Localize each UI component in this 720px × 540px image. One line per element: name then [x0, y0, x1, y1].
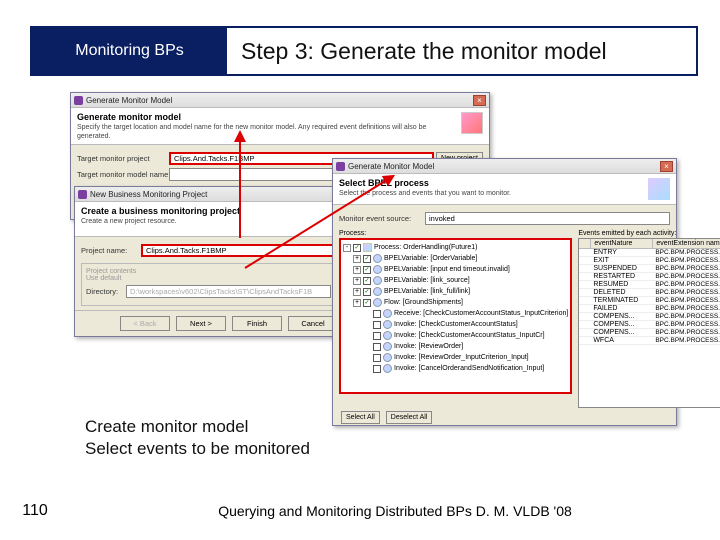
table-row[interactable]: RESUMEDBPC.BPM.PROCESS.STATUS — [579, 281, 720, 289]
table-row[interactable]: SUSPENDEDBPC.BPM.PROCESS.STATUS — [579, 265, 720, 273]
event-source-label: Monitor event source: — [339, 214, 425, 223]
back-button[interactable]: < Back — [120, 316, 170, 331]
description: Select the process and events that you w… — [339, 190, 511, 197]
tree-item[interactable]: +BPELVariable: [link_full/link] — [343, 286, 568, 297]
citation: Querying and Monitoring Distributed BPs … — [70, 503, 720, 519]
caption: Create monitor model Select events to be… — [85, 416, 310, 460]
events-table[interactable]: eventNature eventExtension name ENTRYBPC… — [578, 238, 720, 408]
model-name-label: Target monitor model name — [77, 170, 169, 179]
description: Create a new project resource. — [81, 218, 177, 225]
table-row[interactable]: COMPENS...BPC.BPM.PROCESS.STATUS — [579, 313, 720, 321]
close-icon[interactable]: × — [473, 95, 486, 106]
tree-item[interactable]: Invoke: [CheckCustomerAccountStatus] — [343, 319, 568, 330]
table-row[interactable]: ENTRYBPC.BPM.PROCESS.START — [579, 249, 720, 257]
tree-item[interactable]: +BPELVariable: [OrderVariable] — [343, 253, 568, 264]
wizard-icon — [648, 178, 670, 200]
target-project-label: Target monitor project — [77, 154, 169, 163]
titlebar: Generate Monitor Model × — [71, 93, 489, 108]
tree-item[interactable]: Invoke: [ReviewOrder_InputCriterion_Inpu… — [343, 352, 568, 363]
dialog-title: New Business Monitoring Project — [90, 190, 367, 199]
caption-line-1: Create monitor model — [85, 416, 310, 438]
slide-header: Monitoring BPs Step 3: Generate the moni… — [30, 26, 698, 76]
dialog-header: Select BPEL process Select the process a… — [333, 174, 676, 205]
finish-button[interactable]: Finish — [232, 316, 282, 331]
table-row[interactable]: WFCABPC.BPM.PROCESS.WISTATUS — [579, 337, 720, 345]
select-process-dialog: Generate Monitor Model × Select BPEL pro… — [332, 158, 677, 426]
tree-item[interactable]: Invoke: [CheckCustomerAccountStatus_Inpu… — [343, 330, 568, 341]
table-row[interactable]: DELETEDBPC.BPM.PROCESS.STATUS — [579, 289, 720, 297]
tree-item[interactable]: Receive: [CheckCustomerAccountStatus_Inp… — [343, 308, 568, 319]
screenshot-area: Generate Monitor Model × Generate monito… — [70, 92, 680, 420]
table-row[interactable]: RESTARTEDBPC.BPM.PROCESS.STATUS — [579, 273, 720, 281]
heading: Generate monitor model — [77, 112, 461, 122]
process-tree[interactable]: -Process: OrderHandling(Future1)+BPELVar… — [339, 238, 572, 394]
heading: Select BPEL process — [339, 178, 511, 188]
model-icon — [461, 112, 483, 134]
col-extension: eventExtension name — [653, 239, 720, 248]
dialog-title: Generate Monitor Model — [86, 96, 473, 105]
directory-label: Directory: — [86, 287, 126, 296]
project-name-label: Project name: — [81, 246, 141, 255]
app-icon — [336, 162, 345, 171]
tree-item[interactable]: +Flow: [GroundShipments] — [343, 297, 568, 308]
dialog-title: Generate Monitor Model — [348, 162, 660, 171]
description: Specify the target location and model na… — [77, 124, 426, 140]
tree-item[interactable]: +BPELVariable: [link_source] — [343, 275, 568, 286]
heading: Create a business monitoring project — [81, 206, 240, 216]
dialog-header: Generate monitor model Specify the targe… — [71, 108, 489, 145]
app-icon — [78, 190, 87, 199]
tree-item[interactable]: Invoke: [ReviewOrder] — [343, 341, 568, 352]
table-row[interactable]: TERMINATEDBPC.BPM.PROCESS.STATUS — [579, 297, 720, 305]
table-row[interactable]: COMPENS...BPC.BPM.PROCESS.STATUS — [579, 329, 720, 337]
col-eventnature: eventNature — [591, 239, 653, 248]
select-all-button[interactable]: Select All — [341, 411, 380, 424]
deselect-all-button[interactable]: Deselect All — [386, 411, 433, 424]
table-row[interactable]: EXITBPC.BPM.PROCESS.START — [579, 257, 720, 265]
titlebar: Generate Monitor Model × — [333, 159, 676, 174]
app-icon — [74, 96, 83, 105]
tree-item[interactable]: Invoke: [CancelOrderandSendNotification_… — [343, 363, 568, 374]
header-tag: Monitoring BPs — [32, 28, 227, 74]
footer: 110 Querying and Monitoring Distributed … — [0, 502, 720, 520]
use-default-radio[interactable]: Use default — [86, 275, 121, 282]
next-button[interactable]: Next > — [176, 316, 226, 331]
group-label: Project contents — [86, 268, 136, 275]
events-label: Events emitted by each activity: — [578, 230, 720, 237]
tree-item[interactable]: -Process: OrderHandling(Future1) — [343, 242, 568, 253]
tree-item[interactable]: +BPELVariable: [input end timeout.invali… — [343, 264, 568, 275]
page-number: 110 — [0, 502, 70, 520]
cancel-button[interactable]: Cancel — [288, 316, 338, 331]
caption-line-2: Select events to be monitored — [85, 438, 310, 460]
table-row[interactable]: FAILEDBPC.BPM.PROCESS.FAILURE — [579, 305, 720, 313]
event-source-field[interactable]: invoked — [425, 212, 670, 225]
process-label: Process: — [339, 230, 572, 237]
slide-title: Step 3: Generate the monitor model — [227, 28, 696, 74]
directory-field[interactable]: D:\workspaces\v602\ClipsTacks\ST\ClipsAn… — [126, 285, 331, 298]
table-row[interactable]: COMPENS...BPC.BPM.PROCESS.STATUS — [579, 321, 720, 329]
close-icon[interactable]: × — [660, 161, 673, 172]
